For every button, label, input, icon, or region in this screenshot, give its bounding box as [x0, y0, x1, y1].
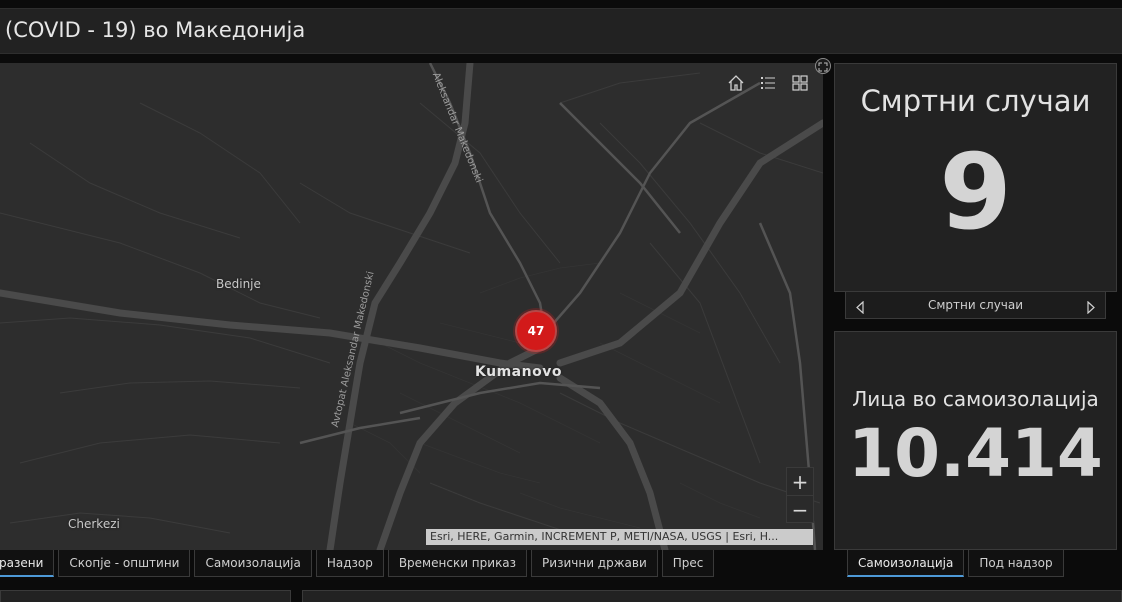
isolation-indicator-title: Лица во самоизолација	[852, 387, 1099, 411]
place-label-cherkezi: Cherkezi	[68, 517, 120, 531]
case-cluster-marker[interactable]: 47	[515, 310, 557, 352]
deaths-indicator-title: Смртни случаи	[860, 84, 1091, 118]
tab-razeni[interactable]: разени	[0, 550, 55, 577]
tab-rizichni-drzhavi[interactable]: Ризични држави	[531, 550, 658, 577]
legend-button[interactable]	[752, 71, 784, 99]
home-button[interactable]	[720, 71, 752, 99]
map-toolbar	[720, 71, 816, 99]
indicator-tab-bar: Самоизолација Под надзор	[847, 550, 1064, 578]
isolation-indicator-value: 10.414	[848, 415, 1103, 492]
basemap-gallery-button[interactable]	[784, 71, 816, 99]
place-label-kumanovo: Kumanovo	[475, 364, 562, 380]
deaths-indicator-pager: Смртни случаи	[845, 291, 1106, 319]
expand-map-button[interactable]	[815, 58, 831, 74]
page-title: (COVID - 19) во Македонија	[5, 18, 306, 42]
legend-icon	[759, 74, 777, 96]
map-view[interactable]: Aleksandar Makedonski Avtopat Aleksandar…	[0, 63, 823, 550]
header-bar: (COVID - 19) во Македонија	[0, 8, 1122, 54]
next-arrow-icon[interactable]	[1087, 299, 1095, 318]
map-tab-bar: разени Скопје - општини Самоизолација На…	[0, 550, 715, 578]
zoom-in-button[interactable]: +	[787, 468, 813, 495]
bottom-panel-right	[302, 590, 1122, 602]
map-attribution: Esri, HERE, Garmin, INCREMENT P, METI/NA…	[426, 529, 813, 545]
pager-label: Смртни случаи	[927, 298, 1024, 312]
zoom-control: + −	[786, 467, 814, 523]
map-basemap	[0, 63, 823, 550]
tab-vremenski-prikaz[interactable]: Временски приказ	[387, 550, 528, 577]
tab-samoizolacija[interactable]: Самоизолација	[194, 550, 312, 577]
home-icon	[727, 74, 745, 96]
bottom-panel-left	[0, 590, 291, 602]
tab-pres[interactable]: Прес	[661, 550, 715, 577]
tab-pod-nadzor[interactable]: Под надзор	[968, 550, 1064, 577]
tab-skopje-opshtini[interactable]: Скопје - општини	[58, 550, 191, 577]
place-label-bedinje: Bedinje	[216, 277, 261, 291]
basemap-gallery-icon	[791, 74, 809, 96]
isolation-indicator-panel: Лица во самоизолација 10.414	[834, 331, 1117, 550]
tab-samoizolacija-indicator[interactable]: Самоизолација	[847, 550, 965, 577]
deaths-indicator-panel: Смртни случаи 9	[834, 63, 1117, 292]
zoom-out-button[interactable]: −	[787, 495, 813, 523]
expand-icon	[818, 57, 828, 76]
deaths-indicator-value: 9	[939, 131, 1012, 253]
tab-nadzor[interactable]: Надзор	[315, 550, 384, 577]
